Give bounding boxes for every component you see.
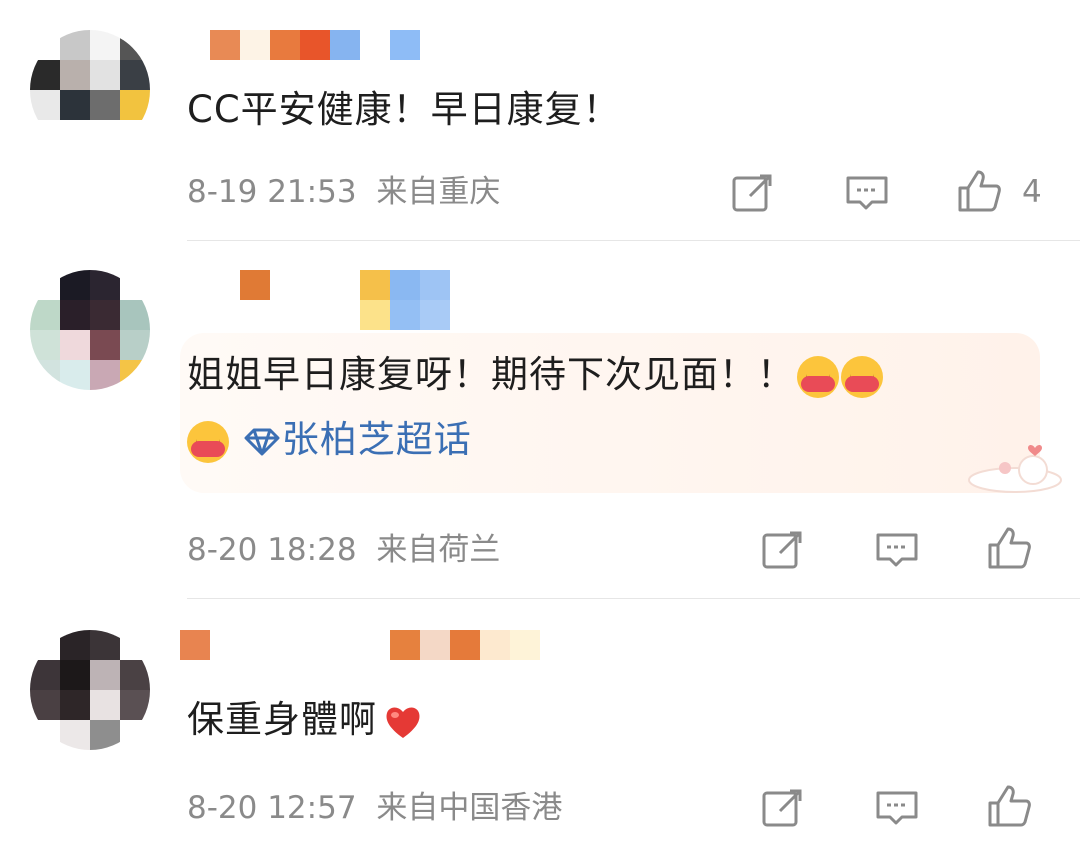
comment-location: 来自中国香港 xyxy=(376,790,563,826)
divider xyxy=(187,598,1080,599)
hug-emoji xyxy=(187,420,229,463)
avatar[interactable] xyxy=(30,630,150,750)
thumbs-up-icon[interactable] xyxy=(986,525,1032,571)
thumbs-up-icon[interactable] xyxy=(956,168,1002,214)
comment-icon[interactable] xyxy=(844,170,890,216)
comment-location: 来自荷兰 xyxy=(376,532,501,568)
repost-icon[interactable] xyxy=(730,170,776,216)
comment-text-line-2: 张柏芝超话 xyxy=(187,410,472,470)
comment-meta: 8-20 12:57 来自中国香港 xyxy=(187,788,562,828)
comment-text: 姐姐早日康复呀！期待下次见面！！ xyxy=(187,345,883,405)
comment-text: CC平安健康！早日康复！ xyxy=(187,88,621,131)
topic-link[interactable]: 张柏芝超话 xyxy=(242,418,472,461)
comment-timestamp: 8-20 12:57 xyxy=(187,790,357,826)
comment-location: 来自重庆 xyxy=(376,174,501,210)
comment-meta: 8-19 21:53 来自重庆 xyxy=(187,172,500,212)
comment-item: CC平安健康！早日康复！ 8-19 21:53 来自重庆 4 xyxy=(0,0,1080,240)
repost-icon[interactable] xyxy=(760,527,806,573)
thumbs-up-icon[interactable] xyxy=(986,783,1032,829)
hug-emoji xyxy=(841,355,883,398)
red-heart-emoji xyxy=(386,707,420,738)
username-redacted-2 xyxy=(360,300,450,330)
comment-icon[interactable] xyxy=(874,527,920,573)
avatar[interactable] xyxy=(30,270,150,390)
like-count: 4 xyxy=(1022,174,1042,210)
diamond-icon xyxy=(244,428,280,455)
username-redacted[interactable] xyxy=(180,630,540,660)
comment-timestamp: 8-19 21:53 xyxy=(187,174,357,210)
hug-emoji xyxy=(797,355,839,398)
repost-icon[interactable] xyxy=(760,785,806,831)
comment-timestamp: 8-20 18:28 xyxy=(187,532,357,568)
cat-sticker-icon xyxy=(968,445,1062,493)
username-redacted[interactable] xyxy=(240,270,450,300)
comment-icon[interactable] xyxy=(874,785,920,831)
comment-meta: 8-20 18:28 来自荷兰 xyxy=(187,530,500,570)
avatar[interactable] xyxy=(30,30,150,150)
comment-text: 保重身體啊 xyxy=(187,690,423,750)
username-redacted[interactable] xyxy=(210,30,420,60)
